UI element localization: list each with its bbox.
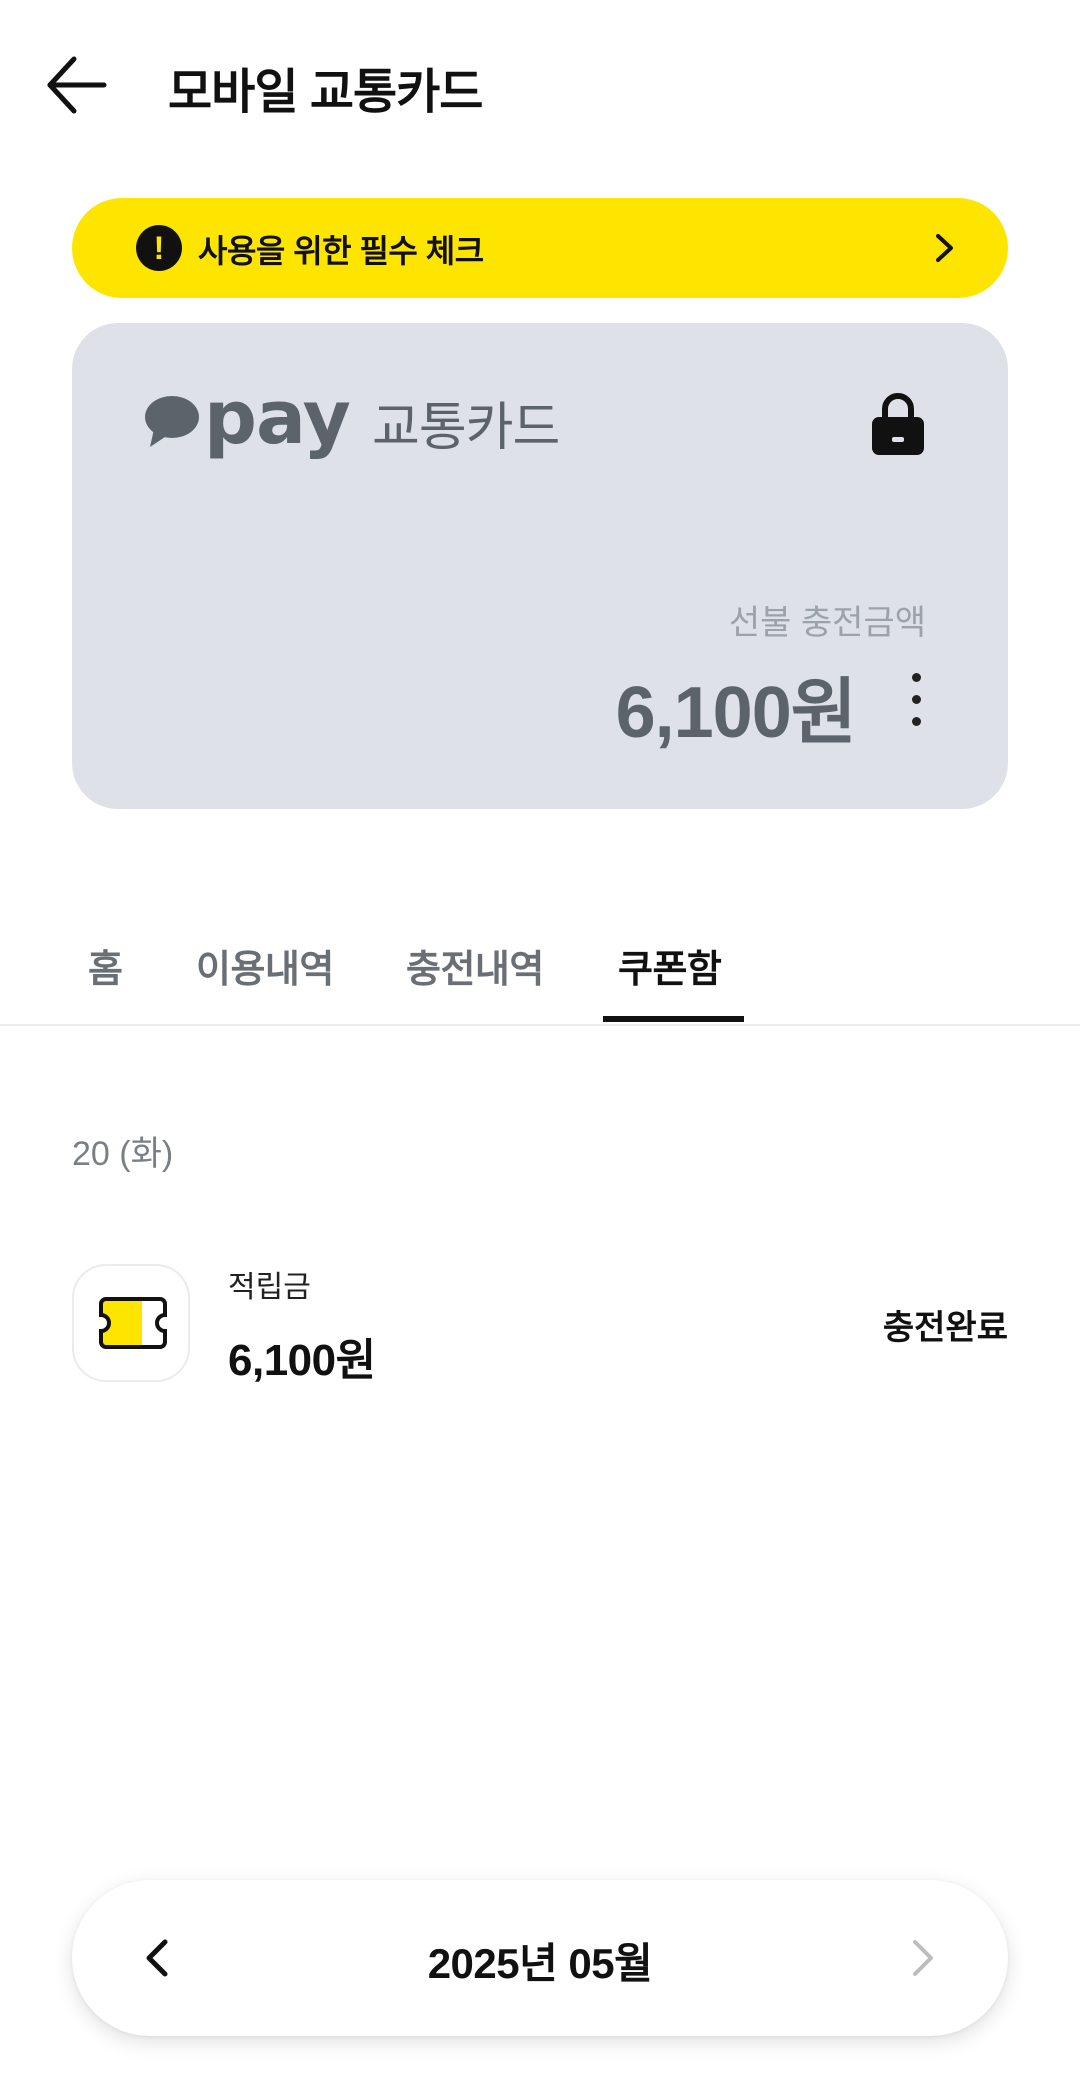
month-label: 2025년 05월 [427,1940,653,1987]
coupon-thumbnail [72,1264,190,1382]
coupon-amount: 6,100원 [228,1336,376,1385]
active-tab-indicator [603,1016,744,1022]
page-title: 모바일 교통카드 [168,66,483,119]
more-vertical-icon[interactable] [904,673,928,733]
card-type-label: 교통카드 [372,399,560,457]
coupon-type: 적립금 [228,1271,311,1304]
tab-charge-history[interactable]: 충전내역 [406,938,544,993]
balance-amount: 6,100원 [615,673,857,753]
notice-text: 사용을 위한 필수 체크 [198,233,484,269]
tab-usage-history[interactable]: 이용내역 [196,938,334,993]
exclamation-icon: ! [136,225,182,271]
arrow-left-icon [47,56,107,114]
ticket-icon [99,1297,167,1349]
pay-wordmark: pay [204,375,351,461]
balance-label: 선불 충전금액 [728,604,926,642]
tab-home[interactable]: 홈 [88,938,123,993]
lock-icon[interactable] [870,391,926,457]
tab-coupons[interactable]: 쿠폰함 [618,938,722,993]
date-header: 20 (화) [72,1135,174,1173]
kakaopay-logo: pay [144,375,351,461]
transit-card[interactable]: pay 교통카드 선불 충전금액 6,100원 [72,323,1008,809]
chevron-right-icon [936,234,953,262]
tab-bar: 홈 이용내역 충전내역 쿠폰함 [0,900,1080,1026]
app-header: 모바일 교통카드 [0,0,1080,170]
required-check-banner[interactable]: ! 사용을 위한 필수 체크 [72,198,1008,298]
page: 모바일 교통카드 ! 사용을 위한 필수 체크 pay 교통카드 선불 충전금액… [0,0,1080,2097]
month-navigator: 2025년 05월 [72,1880,1008,2036]
back-button[interactable] [44,50,124,120]
chevron-right-icon[interactable] [896,1932,948,1984]
list-item[interactable]: 적립금 6,100원 충전완료 [72,1262,1008,1386]
speech-bubble-icon [145,396,199,447]
coupon-status: 충전완료 [882,1309,1008,1347]
